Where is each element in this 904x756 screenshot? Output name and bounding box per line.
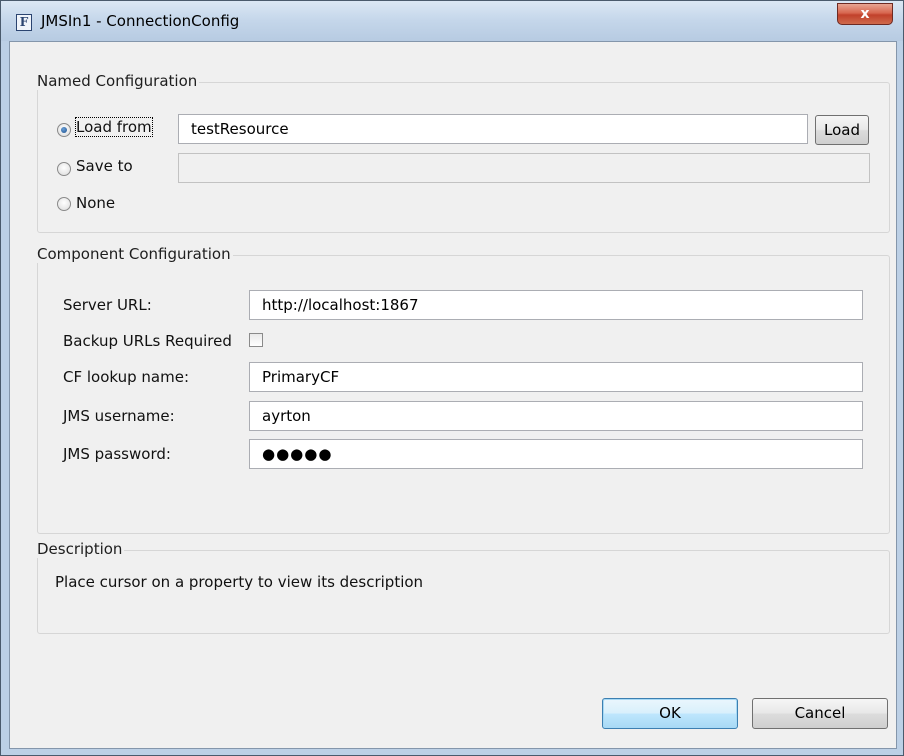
- jms-username-label: JMS username:: [63, 407, 175, 425]
- description-legend: Description: [35, 540, 125, 558]
- close-icon: x: [860, 6, 870, 22]
- server-url-input[interactable]: http://localhost:1867: [249, 290, 863, 320]
- description-text: Place cursor on a property to view its d…: [55, 573, 424, 591]
- save-to-input[interactable]: [178, 153, 870, 183]
- load-from-label[interactable]: Load from: [75, 117, 153, 137]
- load-from-radio[interactable]: [57, 123, 71, 137]
- dialog-content: Named Configuration Load from testResour…: [9, 41, 897, 749]
- app-icon: F: [16, 14, 32, 31]
- window-title: JMSIn1 - ConnectionConfig: [41, 12, 240, 30]
- backup-urls-checkbox[interactable]: [249, 333, 263, 347]
- component-configuration-legend: Component Configuration: [35, 245, 233, 263]
- cf-lookup-input[interactable]: PrimaryCF: [249, 362, 863, 392]
- named-configuration-legend: Named Configuration: [35, 72, 200, 90]
- server-url-label: Server URL:: [63, 296, 152, 314]
- cf-lookup-label: CF lookup name:: [63, 368, 190, 386]
- load-button[interactable]: Load: [815, 115, 869, 145]
- load-from-input[interactable]: testResource: [178, 114, 808, 144]
- none-label[interactable]: None: [76, 194, 115, 212]
- none-radio[interactable]: [57, 197, 71, 211]
- close-button[interactable]: x: [837, 3, 893, 25]
- backup-urls-label: Backup URLs Required: [63, 332, 232, 350]
- save-to-radio[interactable]: [57, 162, 71, 176]
- cancel-button[interactable]: Cancel: [752, 698, 888, 729]
- dialog-window: F JMSIn1 - ConnectionConfig x Named Conf…: [0, 0, 904, 756]
- save-to-label[interactable]: Save to: [76, 157, 133, 175]
- jms-password-label: JMS password:: [63, 445, 171, 463]
- title-bar[interactable]: F JMSIn1 - ConnectionConfig x: [1, 1, 903, 41]
- jms-username-input[interactable]: ayrton: [249, 401, 863, 431]
- ok-button[interactable]: OK: [602, 698, 738, 729]
- jms-password-input[interactable]: ●●●●●: [249, 439, 863, 469]
- description-group: [37, 550, 890, 634]
